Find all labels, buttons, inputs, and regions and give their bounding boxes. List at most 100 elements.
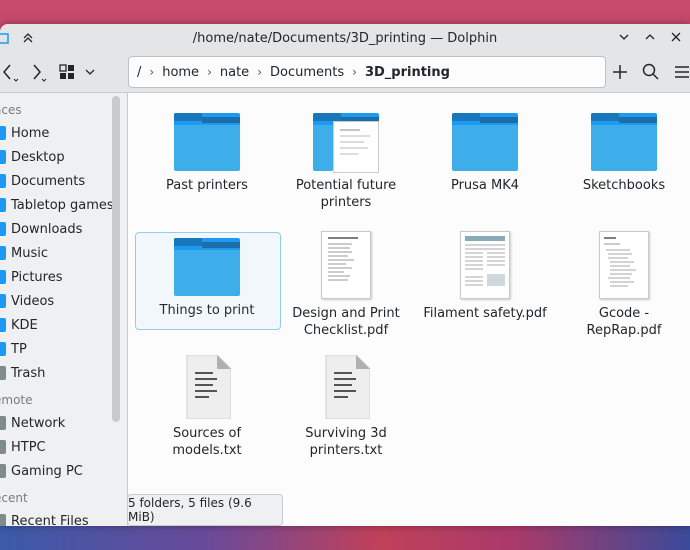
folder-icon <box>452 113 518 171</box>
breadcrumb-current[interactable]: 3D_printing <box>361 65 454 80</box>
folder-with-document-icon <box>313 113 379 173</box>
view-mode-button[interactable] <box>58 61 98 83</box>
home-icon <box>0 126 6 140</box>
forward-button[interactable] <box>28 61 50 83</box>
search-button[interactable] <box>641 61 661 83</box>
network-icon <box>0 416 6 430</box>
videos-icon <box>0 294 6 308</box>
sidebar-item-videos[interactable]: Videos <box>0 290 54 312</box>
sidebar-item-recent-files[interactable]: Recent Files <box>0 510 89 526</box>
status-summary: 5 folders, 5 files (9.6 MiB) <box>128 496 252 524</box>
file-item[interactable]: Sources of models.txt <box>143 354 271 459</box>
keep-above-icon[interactable] <box>20 30 36 46</box>
chevron-right-icon: › <box>257 65 262 79</box>
remote-section-header: emote <box>0 393 33 407</box>
file-item[interactable]: Past printers <box>143 113 271 194</box>
hamburger-icon <box>675 66 689 78</box>
dolphin-window: /home/nate/Documents/3D_printing — Dolph… <box>0 24 690 526</box>
text-file-icon <box>183 354 232 420</box>
network-folder-icon <box>0 464 6 478</box>
folder-icon <box>0 342 6 356</box>
desktop-icon <box>0 150 6 164</box>
back-button[interactable] <box>0 61 20 83</box>
file-name: Potential future printers <box>295 178 397 210</box>
sidebar-item-downloads[interactable]: Downloads <box>0 218 82 240</box>
breadcrumb-documents[interactable]: Documents <box>266 65 348 80</box>
recent-section-header: ecent <box>0 491 28 505</box>
hamburger-menu-button[interactable] <box>672 61 690 83</box>
file-name: Sources of models.txt <box>172 426 242 458</box>
sidebar-item-gaming-pc[interactable]: Gaming PC <box>0 460 83 482</box>
app-menu-icon[interactable] <box>0 30 12 46</box>
sidebar-item-network[interactable]: Network <box>0 412 65 434</box>
text-file-icon <box>322 354 371 420</box>
file-item[interactable]: Surviving 3d printers.txt <box>282 354 410 459</box>
breadcrumb-nate[interactable]: nate <box>216 65 253 80</box>
sidebar-item-htpc[interactable]: HTPC <box>0 436 46 458</box>
back-arrow-icon <box>3 64 19 82</box>
sidebar-item-documents[interactable]: Documents <box>0 170 85 192</box>
file-item[interactable]: Sketchbooks <box>560 113 688 194</box>
music-icon <box>0 246 6 260</box>
file-name: Sketchbooks <box>582 178 666 193</box>
minimize-button[interactable] <box>616 29 632 45</box>
maximize-button[interactable] <box>642 29 658 45</box>
documents-icon <box>0 174 6 188</box>
recent-files-icon <box>0 514 6 526</box>
plus-icon <box>613 65 627 79</box>
file-name: Gcode - RepRap.pdf <box>586 306 662 338</box>
sidebar-item-pictures[interactable]: Pictures <box>0 266 62 288</box>
file-item[interactable]: Design and Print Checklist.pdf <box>282 231 410 339</box>
file-name: Prusa MK4 <box>450 178 520 193</box>
file-item[interactable]: Filament safety.pdf <box>421 231 549 322</box>
sidebar-item-trash[interactable]: Trash <box>0 362 45 384</box>
folder-icon <box>174 238 240 296</box>
trash-icon <box>0 366 6 380</box>
desktop-wallpaper <box>0 524 690 550</box>
forward-arrow-icon <box>33 64 47 82</box>
file-view[interactable]: Past printers Potential future printers … <box>127 93 690 526</box>
file-item[interactable]: Potential future printers <box>282 113 410 211</box>
titlebar: /home/nate/Documents/3D_printing — Dolph… <box>0 24 690 52</box>
new-tab-button[interactable] <box>610 61 630 83</box>
search-icon <box>642 63 659 80</box>
close-button[interactable] <box>668 29 684 45</box>
folder-icon <box>174 113 240 171</box>
sidebar-item-home[interactable]: Home <box>0 122 49 144</box>
places-panel: aces Home Desktop Documents Tabletop gam… <box>0 93 114 526</box>
folder-icon <box>0 198 6 212</box>
chevron-right-icon: › <box>207 65 212 79</box>
breadcrumb-root[interactable]: / <box>129 65 145 80</box>
pdf-thumbnail-icon <box>321 231 371 299</box>
chevron-right-icon: › <box>352 65 357 79</box>
pdf-thumbnail-icon <box>460 231 510 299</box>
folder-icon <box>591 113 657 171</box>
file-item[interactable]: Gcode - RepRap.pdf <box>560 231 688 339</box>
file-item-selected[interactable]: Things to print <box>135 232 281 330</box>
sidebar-item-tabletop-games[interactable]: Tabletop games <box>0 194 114 216</box>
status-bar: 5 folders, 5 files (9.6 MiB) <box>127 494 283 526</box>
sidebar-item-kde[interactable]: KDE <box>0 314 38 336</box>
titlebar-right-controls <box>616 29 684 45</box>
breadcrumb-home[interactable]: home <box>158 65 203 80</box>
file-name: Design and Print Checklist.pdf <box>292 306 400 338</box>
pdf-thumbnail-icon <box>599 231 649 299</box>
file-name: Past printers <box>166 178 248 193</box>
sidebar-item-tp[interactable]: TP <box>0 338 27 360</box>
file-item[interactable]: Prusa MK4 <box>421 113 549 194</box>
main-toolbar: / › home › nate › Documents › 3D_printin… <box>0 52 690 93</box>
chevron-right-icon: › <box>149 65 155 79</box>
file-name: Filament safety.pdf <box>423 306 547 321</box>
downloads-icon <box>0 222 6 236</box>
folder-icon <box>0 318 6 332</box>
window-title: /home/nate/Documents/3D_printing — Dolph… <box>192 30 498 46</box>
sidebar-scrollbar[interactable] <box>112 96 120 422</box>
sidebar-item-desktop[interactable]: Desktop <box>0 146 65 168</box>
pictures-icon <box>0 270 6 284</box>
location-breadcrumb[interactable]: / › home › nate › Documents › 3D_printin… <box>128 56 606 88</box>
sidebar-item-music[interactable]: Music <box>0 242 48 264</box>
titlebar-left-controls <box>0 30 36 46</box>
places-section-header: aces <box>0 103 22 117</box>
file-name: Surviving 3d printers.txt <box>305 426 387 458</box>
icons-view-icon <box>59 64 95 79</box>
